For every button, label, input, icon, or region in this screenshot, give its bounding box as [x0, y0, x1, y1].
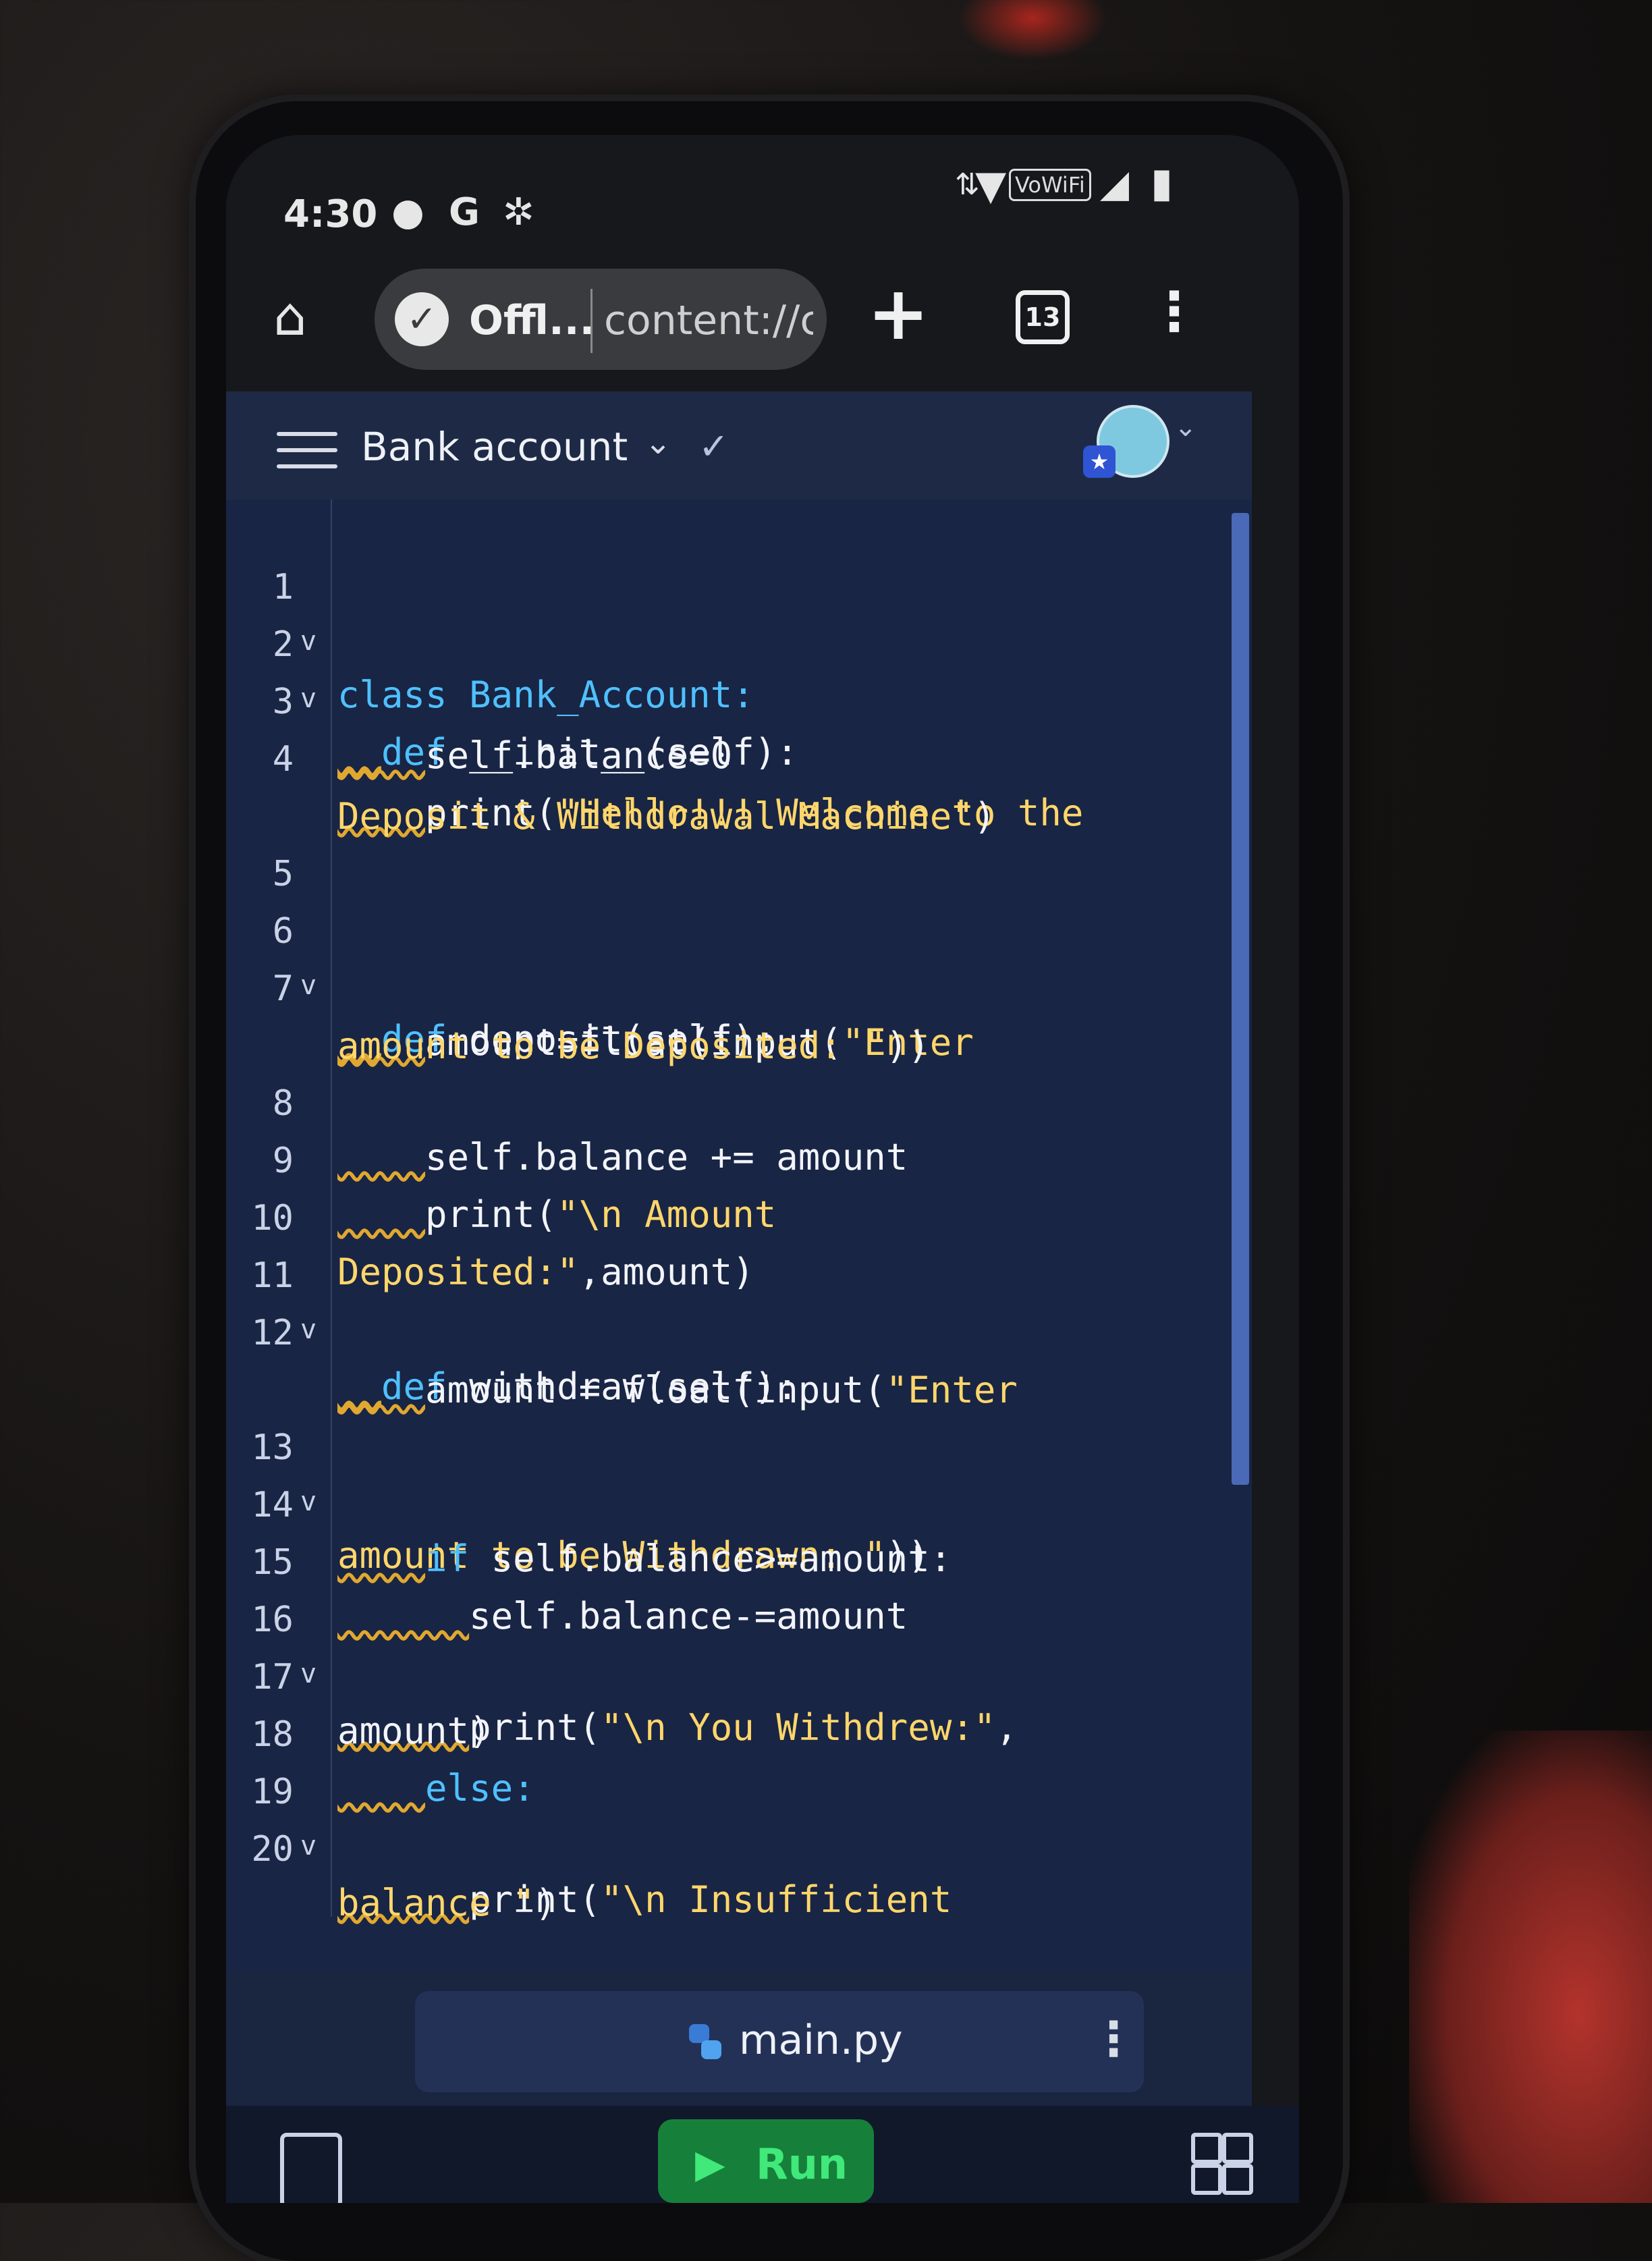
- phone-screen: 4:30 ● G ✲ ⇅ ▼ VoWiFi ◢ ▮ ⌂ ✓ Offl... co…: [226, 135, 1299, 2203]
- address-separator: [590, 289, 593, 353]
- play-icon: ▶: [695, 2141, 725, 2187]
- saved-check-icon: ✓: [698, 425, 729, 468]
- file-tab[interactable]: main.py ⋮: [415, 1991, 1144, 2092]
- background-fabric: [958, 0, 1107, 61]
- background-fabric: [1409, 1731, 1652, 2203]
- menu-icon[interactable]: [277, 432, 337, 481]
- code-editor[interactable]: 1 v class Bank_Account: 2 v def __init__…: [226, 499, 1252, 1971]
- browser-menu-button[interactable]: ⋮: [1147, 280, 1201, 343]
- editor-scrollbar[interactable]: [1232, 513, 1249, 1485]
- chat-bubble-icon: ●: [391, 190, 424, 234]
- offline-check-icon: ✓: [395, 292, 449, 346]
- file-name: main.py: [739, 2017, 903, 2064]
- address-bar[interactable]: ✓ Offl... content://c: [375, 269, 827, 370]
- python-icon: [689, 2024, 721, 2059]
- status-time: 4:30: [283, 192, 378, 236]
- browser-toolbar: ⌂ ✓ Offl... content://c + 13 ⋮: [226, 250, 1299, 385]
- project-title[interactable]: Bank account: [361, 424, 628, 470]
- chevron-down-icon[interactable]: ⌄: [644, 424, 671, 462]
- run-button[interactable]: ▶ Run: [658, 2119, 874, 2203]
- apps-grid-icon[interactable]: [1191, 2133, 1253, 2195]
- google-icon: G: [449, 190, 480, 234]
- offline-label: Offl...: [469, 297, 595, 344]
- star-badge-icon: ★: [1083, 445, 1116, 478]
- bottom-toolbar: ▶ Run: [226, 2106, 1299, 2203]
- tab-switcher-button[interactable]: 13: [1016, 290, 1070, 344]
- gear-icon: ✲: [503, 190, 534, 234]
- signal-icon: ◢: [1100, 162, 1130, 206]
- editor-header: Bank account ⌄ ✓ ★ ⌄: [226, 391, 1252, 499]
- vowifi-badge: VoWiFi: [1009, 169, 1091, 201]
- battery-icon: ▮: [1151, 159, 1174, 207]
- files-icon[interactable]: [280, 2133, 342, 2203]
- url-text: content://c: [604, 297, 813, 344]
- home-icon[interactable]: ⌂: [273, 287, 334, 348]
- code-line: 20 balance "): [226, 1768, 557, 1984]
- line-number: 20: [251, 1829, 294, 1870]
- wifi-icon: ▼: [975, 162, 1007, 209]
- file-menu-button[interactable]: ⋮: [1090, 2011, 1137, 2067]
- new-tab-button[interactable]: +: [867, 270, 929, 356]
- status-bar: 4:30 ● G ✲ ⇅ ▼ VoWiFi ◢ ▮: [226, 135, 1299, 250]
- chevron-down-icon[interactable]: ⌄: [1174, 412, 1197, 443]
- file-tab-bar: main.py ⋮: [226, 1971, 1252, 2106]
